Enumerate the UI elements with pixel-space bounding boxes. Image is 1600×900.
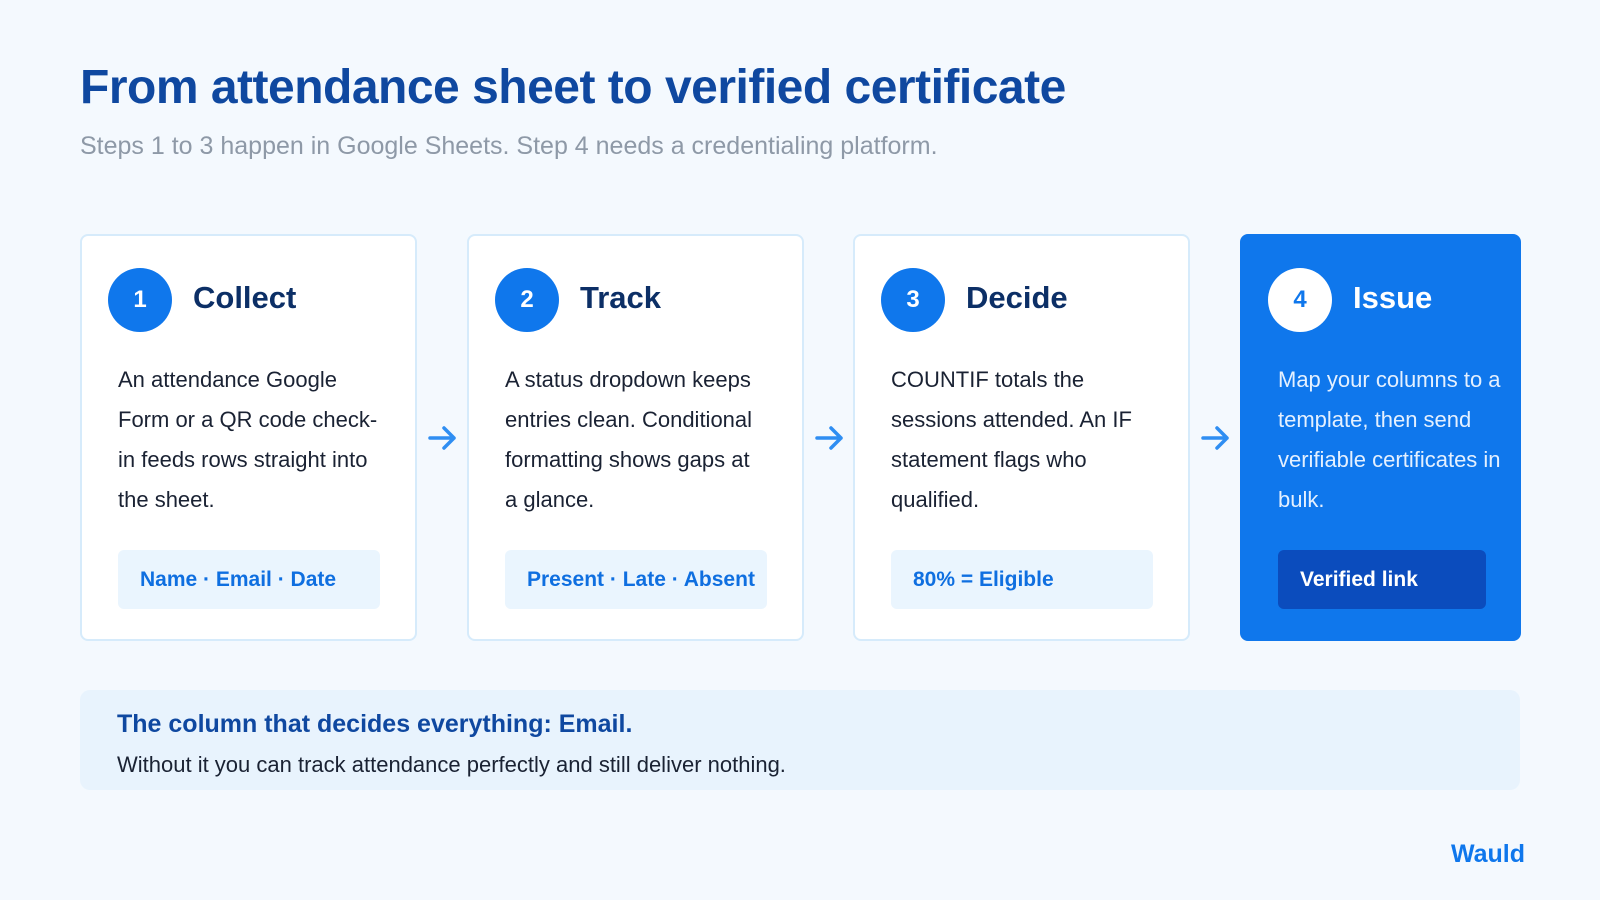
step-title: Track [580, 280, 662, 315]
step-number-badge: 1 [108, 268, 172, 332]
brand-logo: Wauld [1450, 840, 1525, 868]
step-description: A status dropdown keeps entries clean. C… [505, 367, 753, 512]
step-card-decide: 3 Decide COUNTIF totals the sessions att… [853, 234, 1190, 641]
callout-note: The column that decides everything: Emai… [80, 690, 1520, 790]
step-tag: 80% = Eligible [891, 550, 1153, 609]
step-tag: Name · Email · Date [118, 550, 380, 609]
step-description: COUNTIF totals the sessions attended. An… [891, 367, 1132, 512]
step-number-badge: 3 [881, 268, 945, 332]
step-card-issue: 4 Issue Map your columns to a template, … [1240, 234, 1521, 641]
arrow-right-icon [1199, 421, 1233, 455]
step-tag: Present · Late · Absent [505, 550, 767, 609]
callout-text: Without it you can track attendance perf… [117, 752, 786, 777]
step-card-track: 2 Track A status dropdown keeps entries … [467, 234, 804, 641]
verified-link-tag: Verified link [1278, 550, 1486, 609]
step-title: Collect [193, 280, 297, 315]
step-description: An attendance Google Form or a QR code c… [118, 367, 378, 512]
arrow-right-icon [813, 421, 847, 455]
callout-title: The column that decides everything: Emai… [117, 710, 633, 738]
step-description: Map your columns to a template, then sen… [1278, 367, 1501, 512]
step-card-collect: 1 Collect An attendance Google Form or a… [80, 234, 417, 641]
step-title: Decide [966, 280, 1068, 315]
arrow-right-icon [426, 421, 460, 455]
step-number-badge: 4 [1268, 268, 1332, 332]
step-title: Issue [1353, 280, 1433, 315]
step-number-badge: 2 [495, 268, 559, 332]
